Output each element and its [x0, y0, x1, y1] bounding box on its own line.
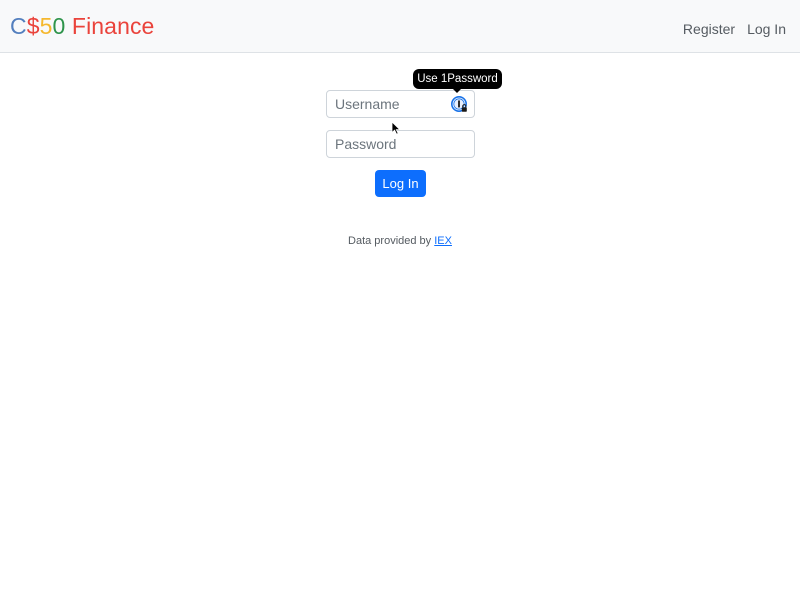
register-link[interactable]: Register: [683, 20, 735, 38]
onepassword-icon[interactable]: [451, 96, 468, 113]
login-link[interactable]: Log In: [747, 20, 786, 38]
username-field-wrapper: [326, 90, 475, 118]
page: C$50 Finance Register Log In Log In Use …: [0, 0, 800, 609]
login-button[interactable]: Log In: [375, 170, 426, 197]
footer: Data provided by IEX: [0, 234, 800, 248]
brand-dollar: $: [26, 13, 40, 39]
brand-word-finance: Finance: [65, 13, 155, 39]
brand-logo-link[interactable]: C$50 Finance: [10, 12, 154, 40]
brand-digit-zero: 0: [52, 13, 66, 39]
brand-digit-five: 5: [39, 13, 53, 39]
username-input[interactable]: [327, 91, 453, 117]
onepassword-tooltip: Use 1Password: [413, 69, 502, 89]
navbar: C$50 Finance Register Log In: [0, 0, 800, 53]
password-input[interactable]: [327, 131, 453, 157]
iex-link[interactable]: IEX: [434, 235, 452, 247]
tooltip-arrow: [452, 88, 462, 93]
mouse-cursor-icon: [391, 121, 401, 135]
nav-links: Register Log In: [683, 20, 786, 38]
footer-text: Data provided by: [348, 235, 435, 247]
brand-letter-c: C: [10, 13, 27, 39]
